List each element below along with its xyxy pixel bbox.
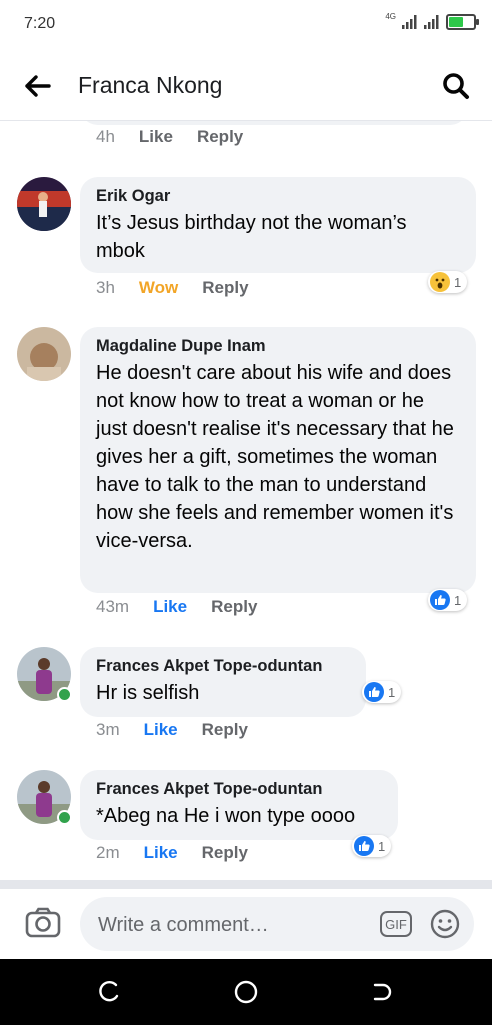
comment-meta: 3m Like Reply xyxy=(96,720,272,740)
comment-bubble[interactable]: Frances Akpet Tope-oduntan *Abeg na He i… xyxy=(80,770,398,840)
back-arrow-icon[interactable] xyxy=(22,70,54,102)
reply-button[interactable]: Reply xyxy=(211,597,257,617)
online-status-icon xyxy=(57,810,72,825)
reply-button[interactable]: Reply xyxy=(197,127,243,147)
signal-icon-2 xyxy=(424,15,439,29)
system-nav-bar xyxy=(0,959,492,1025)
reaction-summary[interactable]: 1 xyxy=(362,681,402,703)
comment-time: 2m xyxy=(96,843,120,862)
reaction-button[interactable]: Like xyxy=(153,597,187,617)
like-button[interactable]: Like xyxy=(139,127,173,147)
online-status-icon xyxy=(57,687,72,702)
comment-bubble[interactable]: Frances Akpet Tope-oduntan Hr is selfish xyxy=(80,647,366,717)
comment-meta: 3h Wow Reply xyxy=(96,278,273,298)
camera-icon[interactable] xyxy=(24,906,62,938)
battery-icon xyxy=(446,14,479,30)
comment-time: 3h xyxy=(96,278,115,297)
comment-meta: 43m Like Reply xyxy=(96,597,281,617)
reaction-summary[interactable]: 1 xyxy=(352,835,392,857)
reaction-count: 1 xyxy=(378,838,386,854)
reply-button[interactable]: Reply xyxy=(202,278,248,298)
comment-author[interactable]: Frances Akpet Tope-oduntan xyxy=(96,780,382,799)
comment-time: 4h xyxy=(96,127,115,146)
signal-icon xyxy=(402,15,417,29)
reaction-summary[interactable]: 1 xyxy=(428,589,468,611)
comment-bubble[interactable]: Erik Ogar It’s Jesus birthday not the wo… xyxy=(80,177,476,273)
wow-icon xyxy=(430,272,450,292)
avatar[interactable] xyxy=(17,177,71,231)
home-icon[interactable] xyxy=(233,979,259,1005)
status-bar: 7:20 4G xyxy=(0,0,492,50)
reaction-summary[interactable]: 1 xyxy=(428,271,468,293)
header-bar: Franca Nkong xyxy=(0,50,492,121)
comment-author[interactable]: Frances Akpet Tope-oduntan xyxy=(96,657,350,676)
comment-time: 43m xyxy=(96,597,130,616)
previous-comment-bubble xyxy=(80,121,468,125)
comment-time: 3m xyxy=(96,720,120,739)
reaction-count: 1 xyxy=(388,684,396,700)
comment-text: Hr is selfish xyxy=(96,682,200,704)
recent-apps-icon[interactable] xyxy=(97,979,123,1005)
like-icon xyxy=(364,682,384,702)
page-title: Franca Nkong xyxy=(78,72,223,98)
network-label: 4G xyxy=(385,11,396,21)
previous-comment-meta: 4h Like Reply xyxy=(96,127,267,147)
like-icon xyxy=(430,590,450,610)
reaction-count: 1 xyxy=(454,592,462,608)
status-icons: 4G xyxy=(385,11,479,30)
comment-text: *Abeg na He i won type oooo xyxy=(96,805,356,827)
gif-button[interactable]: GIF xyxy=(380,911,412,937)
comment-input[interactable] xyxy=(96,897,370,953)
like-icon xyxy=(354,836,374,856)
reply-button[interactable]: Reply xyxy=(202,720,248,740)
comment-author[interactable]: Magdaline Dupe Inam xyxy=(96,337,460,356)
reaction-button[interactable]: Like xyxy=(144,843,178,863)
comment-author[interactable]: Erik Ogar xyxy=(96,187,460,206)
status-time: 7:20 xyxy=(24,15,56,32)
comment-meta: 2m Like Reply xyxy=(96,843,272,863)
reaction-count: 1 xyxy=(454,274,462,290)
emoji-icon[interactable] xyxy=(430,909,460,939)
comment-bubble[interactable]: Magdaline Dupe Inam He doesn't care abou… xyxy=(80,327,476,593)
reaction-button[interactable]: Like xyxy=(144,720,178,740)
comment-input-box[interactable]: GIF xyxy=(80,897,474,953)
search-icon[interactable] xyxy=(440,70,472,102)
comment-text: He doesn't care about his wife and does … xyxy=(96,362,454,552)
divider xyxy=(0,880,492,889)
reaction-button[interactable]: Wow xyxy=(139,278,178,298)
comment-text: It’s Jesus birthday not the woman’s mbok xyxy=(96,212,407,262)
comment-composer: GIF xyxy=(0,889,492,959)
avatar[interactable] xyxy=(17,327,71,381)
reply-button[interactable]: Reply xyxy=(202,843,248,863)
comments-feed[interactable]: 4h Like Reply Erik Ogar It’s Jesus birth… xyxy=(0,121,492,881)
back-nav-icon[interactable] xyxy=(369,979,395,1005)
